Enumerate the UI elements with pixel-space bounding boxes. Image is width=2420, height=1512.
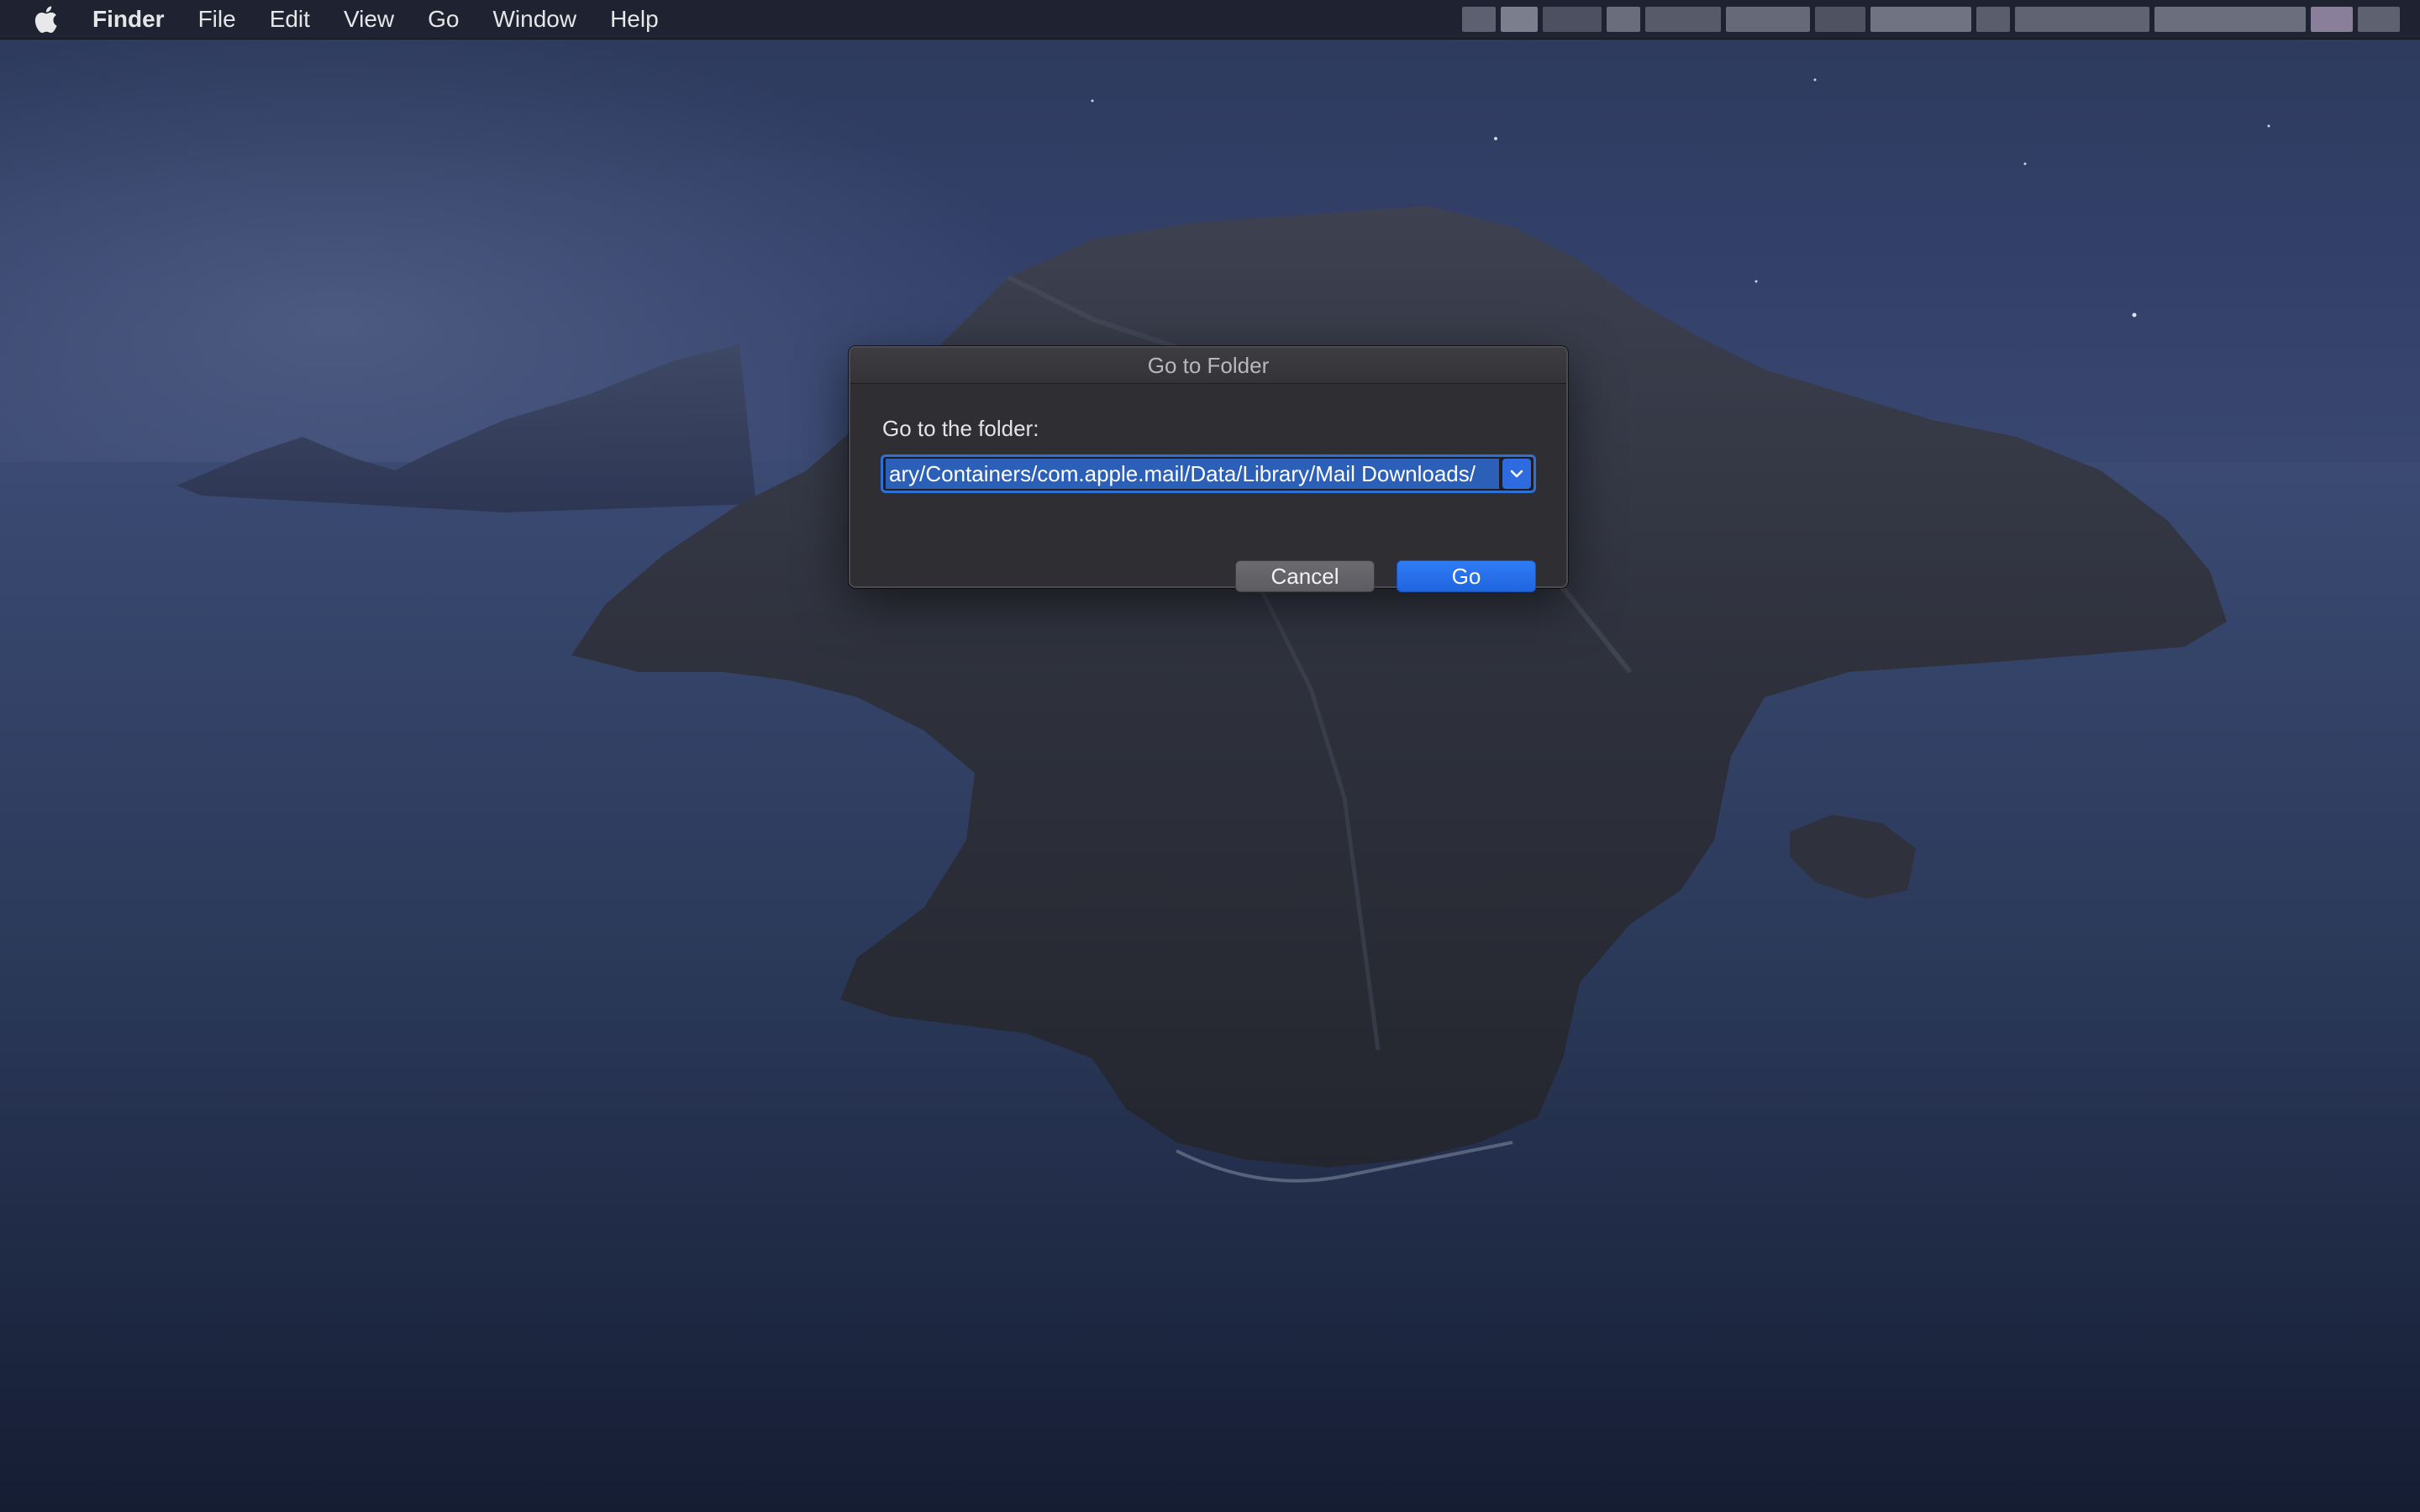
status-item[interactable] <box>2358 7 2400 32</box>
menu-app-finder[interactable]: Finder <box>92 0 182 39</box>
status-item[interactable] <box>1645 7 1721 32</box>
status-item[interactable] <box>2311 7 2353 32</box>
status-item[interactable] <box>1543 7 1602 32</box>
dialog-title: Go to Folder <box>850 348 1566 384</box>
menu-go[interactable]: Go <box>411 0 476 39</box>
go-to-folder-dialog: Go to Folder Go to the folder: ary/Conta… <box>849 346 1568 592</box>
path-history-dropdown-button[interactable] <box>1502 459 1531 489</box>
menu-view[interactable]: View <box>327 0 411 39</box>
status-menu-extras-redacted <box>1462 7 2400 32</box>
chevron-down-icon <box>1510 470 1523 478</box>
folder-path-input[interactable]: ary/Containers/com.apple.mail/Data/Libra… <box>886 459 1499 489</box>
apple-logo-icon[interactable] <box>0 0 92 39</box>
folder-path-field[interactable]: ary/Containers/com.apple.mail/Data/Libra… <box>881 454 1536 493</box>
folder-prompt-label: Go to the folder: <box>882 416 1039 441</box>
status-item[interactable] <box>1976 7 2010 32</box>
go-button[interactable]: Go <box>1397 560 1536 592</box>
status-item[interactable] <box>1607 7 1640 32</box>
menu-file[interactable]: File <box>182 0 253 39</box>
cancel-button[interactable]: Cancel <box>1235 560 1375 592</box>
status-item[interactable] <box>1815 7 1865 32</box>
desktop-wallpaper <box>0 0 2420 1512</box>
status-item[interactable] <box>2154 7 2306 32</box>
status-item[interactable] <box>2015 7 2149 32</box>
menu-help[interactable]: Help <box>593 0 676 39</box>
status-item[interactable] <box>1726 7 1810 32</box>
status-item[interactable] <box>1501 7 1538 32</box>
menu-edit[interactable]: Edit <box>253 0 327 39</box>
status-item[interactable] <box>1462 7 1496 32</box>
wallpaper-image <box>0 78 2420 1512</box>
menu-bar: Finder File Edit View Go Window Help <box>0 0 2420 39</box>
status-item[interactable] <box>1870 7 1971 32</box>
menu-window[interactable]: Window <box>476 0 593 39</box>
